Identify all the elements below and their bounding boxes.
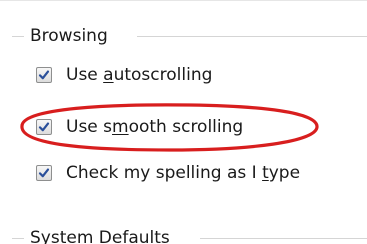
access-key: t bbox=[262, 163, 269, 183]
access-key: m bbox=[112, 117, 129, 137]
autoscrolling-checkbox[interactable] bbox=[36, 67, 52, 83]
spell-check-option[interactable]: Check my spelling as I type bbox=[36, 160, 300, 186]
smooth-scrolling-option[interactable]: Use smooth scrolling bbox=[36, 114, 243, 140]
group-rule-lead bbox=[12, 35, 24, 37]
group-rule bbox=[137, 36, 367, 37]
checkmark-icon bbox=[38, 122, 50, 132]
access-key: a bbox=[103, 65, 114, 85]
system-defaults-group-header: System Defaults bbox=[12, 226, 367, 244]
smooth-scrolling-label: Use smooth scrolling bbox=[66, 117, 244, 137]
group-rule-lead bbox=[12, 237, 24, 239]
checkmark-icon bbox=[38, 168, 50, 178]
browsing-group-header: Browsing bbox=[12, 24, 367, 48]
autoscrolling-label: Use autoscrolling bbox=[66, 65, 213, 85]
options-panel: Browsing Use autoscrolling Use smooth sc… bbox=[0, 0, 367, 244]
system-defaults-group-title: System Defaults bbox=[30, 228, 170, 244]
smooth-scrolling-checkbox[interactable] bbox=[36, 119, 52, 135]
browsing-group-title: Browsing bbox=[30, 26, 108, 46]
autoscrolling-option[interactable]: Use autoscrolling bbox=[36, 62, 212, 88]
checkmark-icon bbox=[38, 70, 50, 80]
spell-check-checkbox[interactable] bbox=[36, 165, 52, 181]
spell-check-label: Check my spelling as I type bbox=[66, 163, 301, 183]
top-divider bbox=[0, 0, 367, 1]
group-rule bbox=[200, 238, 367, 239]
